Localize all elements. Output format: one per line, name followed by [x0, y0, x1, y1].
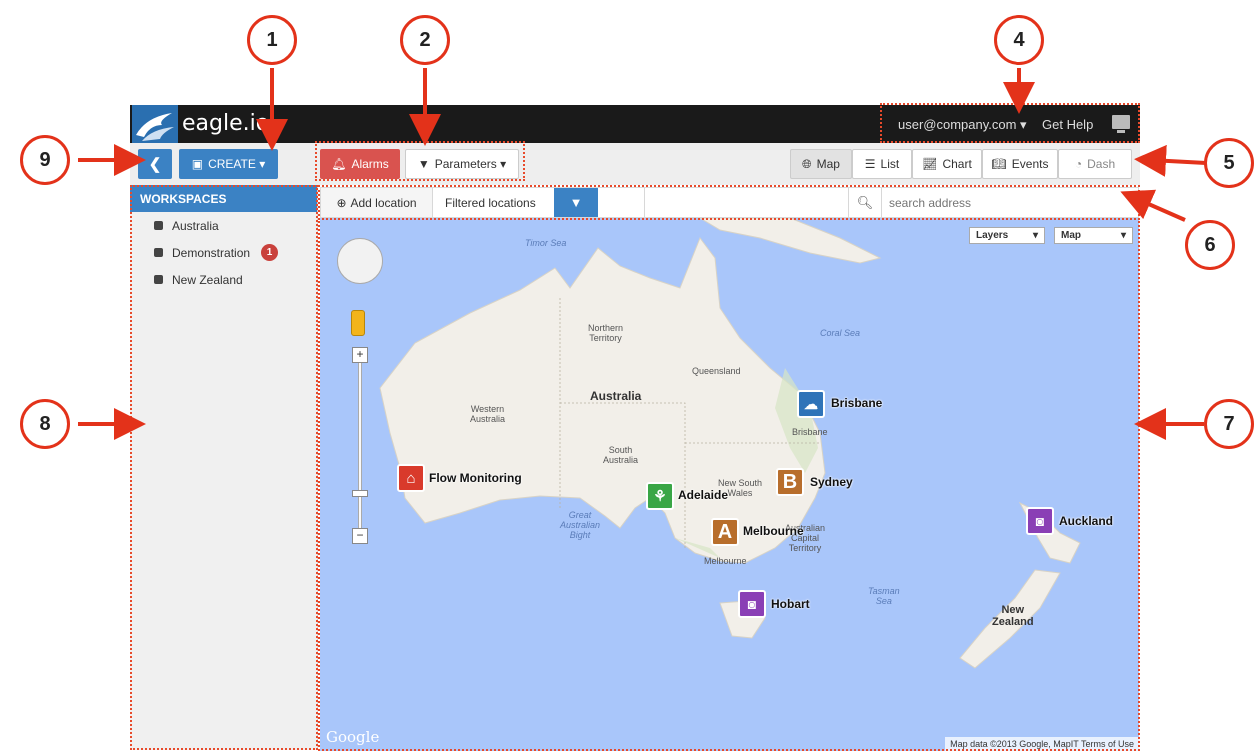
annotation-box-8	[130, 185, 318, 750]
annotation-box-6	[318, 185, 1140, 220]
tab-list[interactable]: ☰ List	[852, 149, 912, 179]
book-icon: 📖︎	[991, 157, 1007, 171]
callout-4: 4	[994, 15, 1044, 65]
globe-icon: 🌐︎	[802, 156, 812, 171]
tab-map[interactable]: 🌐︎ Map	[790, 149, 852, 179]
annotation-box-2	[315, 141, 525, 181]
callout-1: 1	[247, 15, 297, 65]
tab-events-label: Events	[1011, 157, 1049, 171]
callout-7: 7	[1204, 399, 1254, 449]
tab-chart[interactable]: 📈︎ Chart	[912, 149, 982, 179]
tab-chart-label: Chart	[942, 157, 972, 171]
dashboard-icon: ◔	[1074, 157, 1083, 171]
collapse-sidebar-button[interactable]: ❮	[138, 149, 172, 179]
chart-icon: 📈︎	[922, 157, 938, 171]
callout-2: 2	[400, 15, 450, 65]
callout-8: 8	[20, 399, 70, 449]
tab-events[interactable]: 📖︎ Events	[982, 149, 1058, 179]
app-logo-text: eagle.io	[182, 111, 270, 136]
callout-5: 5	[1204, 138, 1254, 188]
tab-list-label: List	[880, 157, 900, 171]
list-icon: ☰	[864, 157, 876, 171]
callout-6: 6	[1185, 220, 1235, 270]
tab-dash[interactable]: ◔ Dash	[1058, 149, 1132, 179]
eagle-logo-icon	[132, 105, 178, 143]
tab-dash-label: Dash	[1087, 157, 1116, 171]
callout-9: 9	[20, 135, 70, 185]
annotation-box-4	[880, 103, 1140, 143]
create-label: CREATE ▾	[208, 157, 266, 171]
annotation-box-7	[318, 218, 1140, 751]
create-button[interactable]: ▣ CREATE ▾	[179, 149, 278, 179]
tab-map-label: Map	[816, 157, 840, 171]
main-toolbar: ❮ ▣ CREATE ▾ 🔔︎ Alarms ▼ Parameters ▾ 🌐︎…	[130, 143, 1140, 185]
create-folder-icon: ▣	[191, 157, 204, 171]
